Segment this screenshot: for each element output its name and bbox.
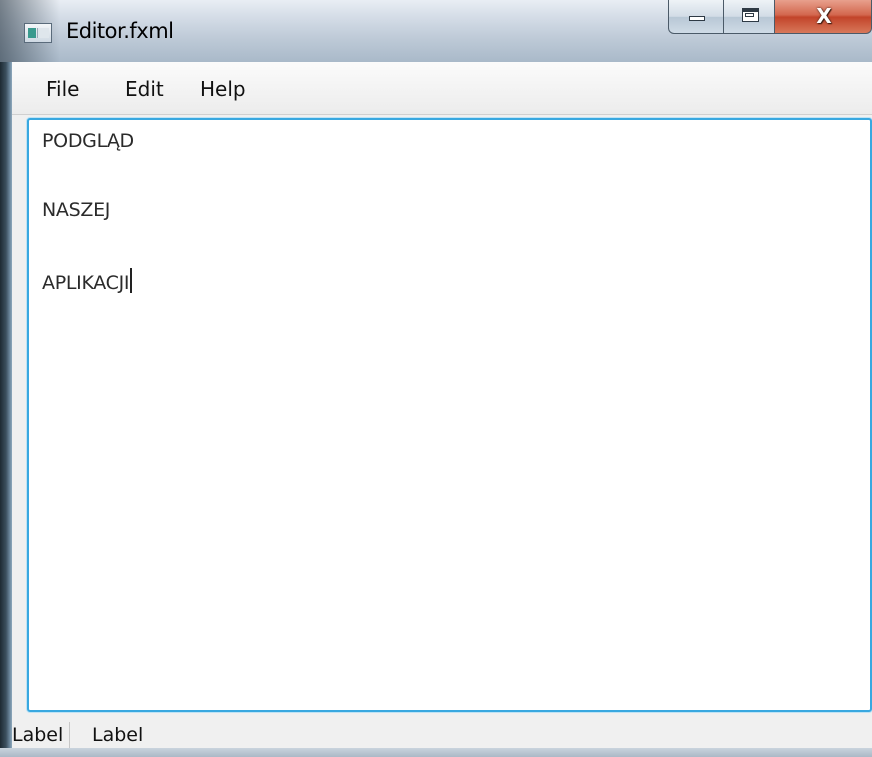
editor-line: PODGLĄD	[42, 130, 134, 152]
status-label: Label	[92, 724, 144, 746]
editor-line: APLIKACJI	[42, 268, 133, 294]
editor-line: NASZEJ	[42, 199, 110, 221]
editor-line-text: APLIKACJI	[42, 272, 130, 294]
menu-file[interactable]: File	[46, 77, 79, 101]
window-bottom-border[interactable]	[0, 748, 872, 757]
close-icon: X	[816, 4, 832, 28]
editor-line-text: NASZEJ	[42, 199, 111, 221]
maximize-button[interactable]	[723, 0, 775, 34]
maximize-icon	[742, 8, 759, 22]
status-label: Label	[12, 722, 71, 748]
text-editor-area[interactable]: PODGLĄD NASZEJ APLIKACJI	[27, 118, 872, 712]
menu-bar: File Edit Help	[12, 62, 872, 115]
close-button[interactable]: X	[774, 0, 872, 34]
menu-help[interactable]: Help	[200, 77, 246, 101]
window-title: Editor.fxml	[66, 19, 174, 43]
text-caret	[130, 268, 133, 293]
editor-line-text: PODGLĄD	[42, 130, 134, 152]
caption-buttons: X	[668, 0, 872, 36]
minimize-icon	[689, 16, 705, 21]
application-window: Editor.fxml X File Edit Help PODGLĄD NAS…	[0, 0, 872, 757]
window-client-area: File Edit Help PODGLĄD NASZEJ APLIKACJI …	[12, 62, 872, 757]
minimize-button[interactable]	[668, 0, 724, 34]
menu-edit[interactable]: Edit	[125, 77, 164, 101]
application-window-icon[interactable]	[24, 23, 52, 43]
title-bar[interactable]: Editor.fxml X	[0, 0, 872, 62]
